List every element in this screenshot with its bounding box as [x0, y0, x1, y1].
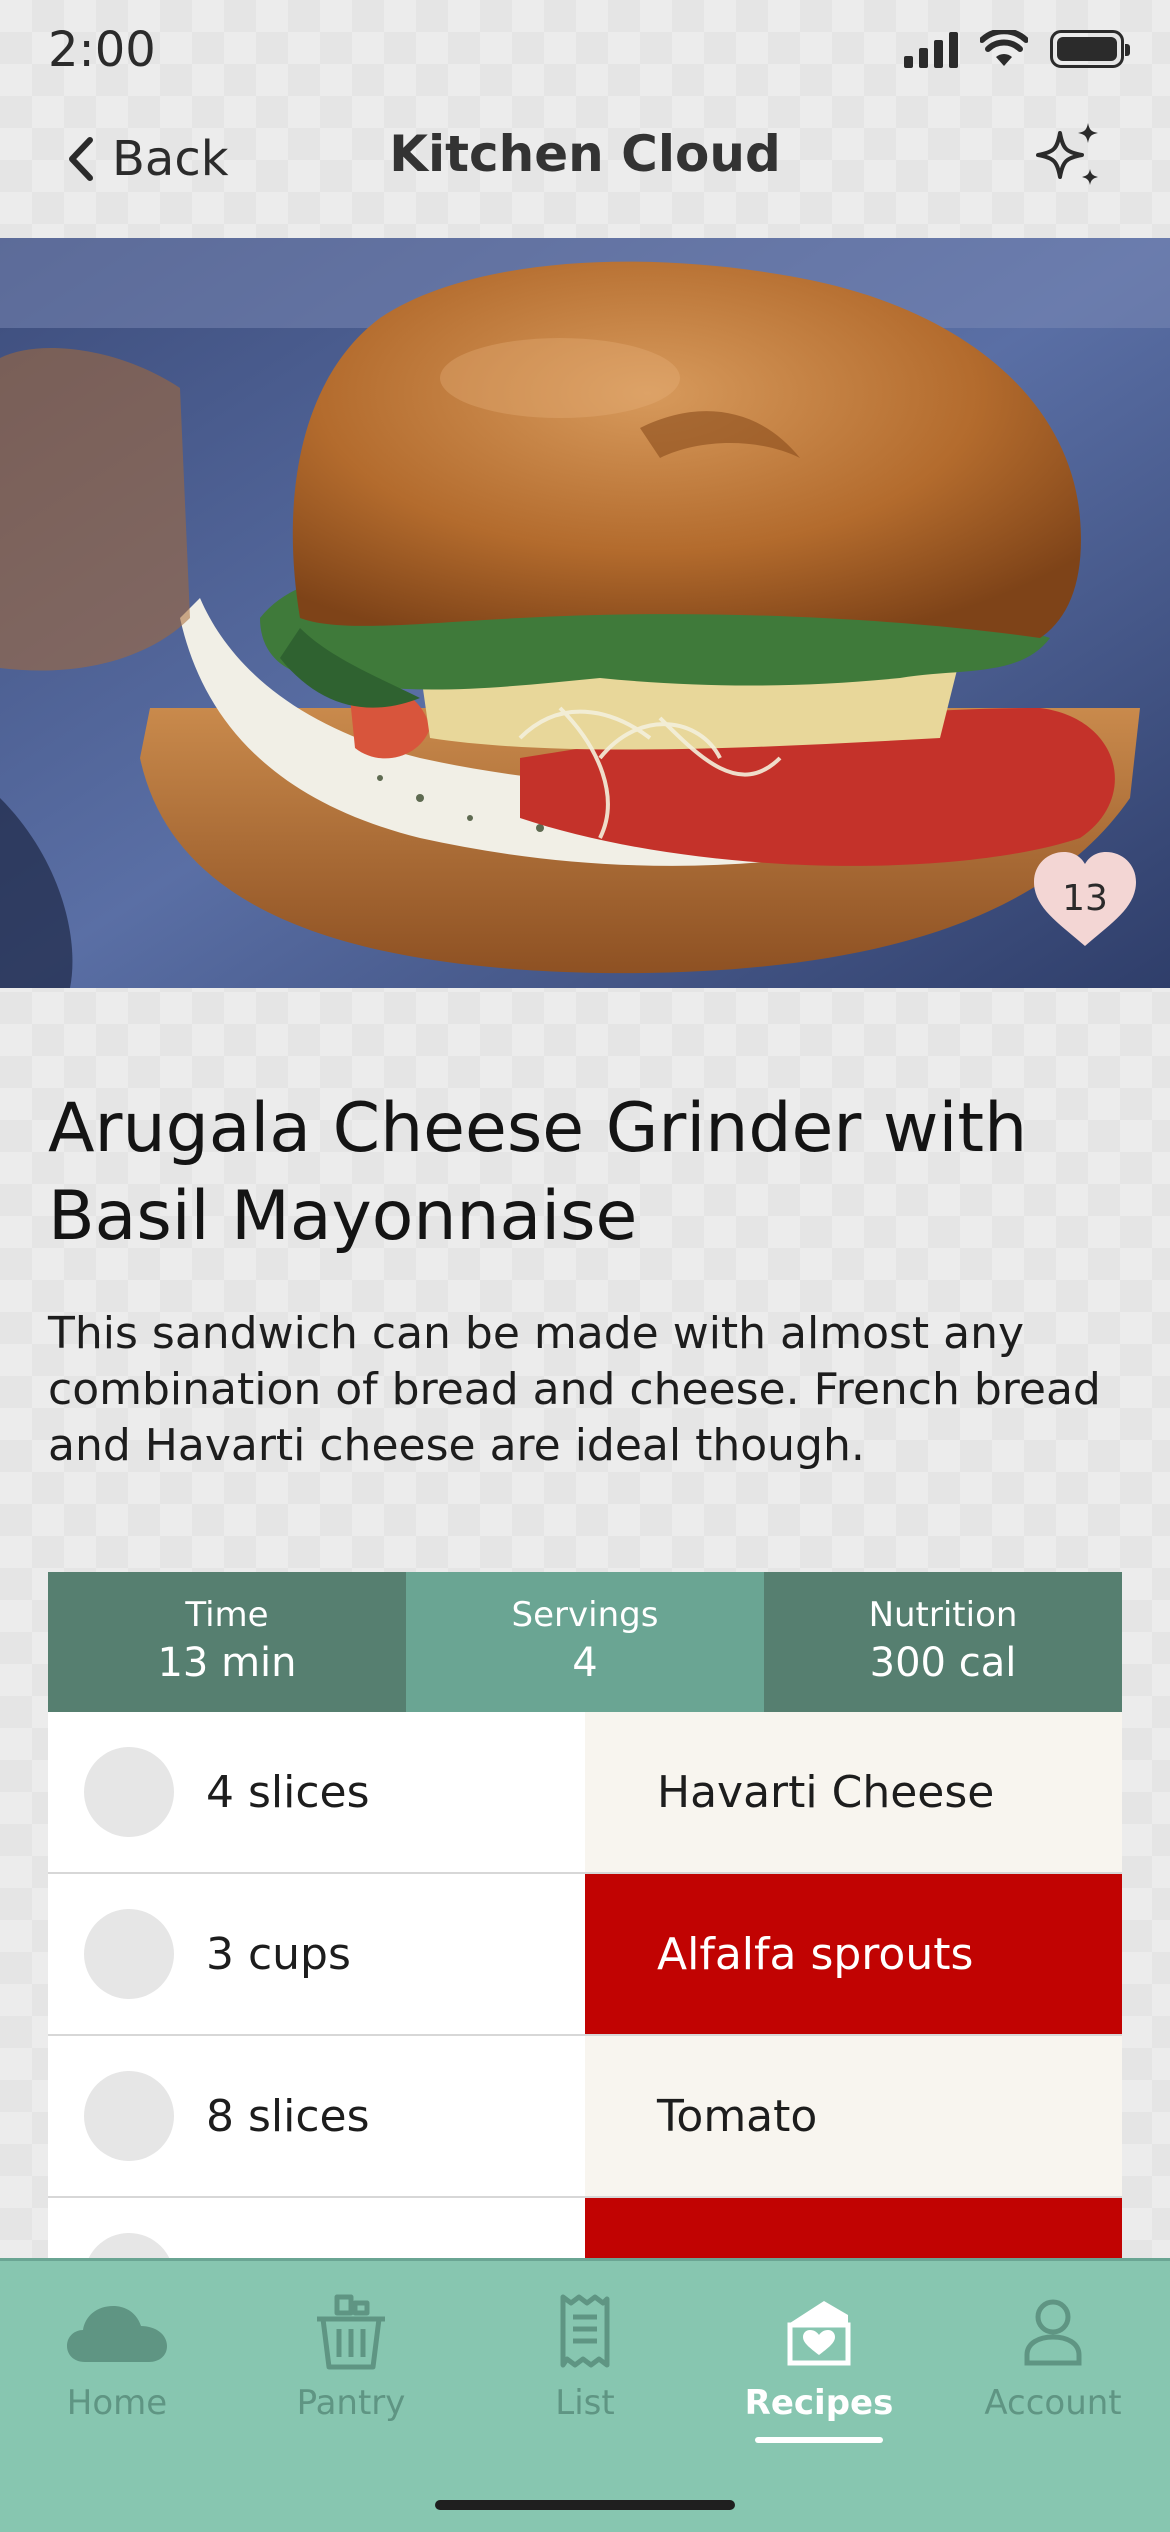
tab-label: List — [555, 2383, 615, 2423]
stat-value: 300 cal — [869, 1640, 1017, 1686]
basket-icon — [317, 2294, 385, 2370]
stat-servings: Servings 4 — [406, 1572, 764, 1712]
stat-label: Nutrition — [868, 1595, 1018, 1635]
ingredient-name: Alfalfa sprouts — [585, 1874, 1122, 2034]
ingredient-name — [585, 2198, 1122, 2258]
tab-list[interactable]: List — [468, 2293, 702, 2461]
wifi-icon — [980, 30, 1028, 66]
ingredient-name: Havarti Cheese — [585, 1712, 1122, 1872]
cellular-signal-icon — [904, 30, 958, 68]
recipe-title: Arugala Cheese Grinder with Basil Mayonn… — [48, 1089, 1028, 1256]
ingredient-checkbox[interactable] — [84, 2071, 174, 2161]
tab-label: Home — [66, 2383, 168, 2423]
tab-recipes[interactable]: Recipes — [702, 2293, 936, 2461]
recipe-box-icon — [787, 2301, 851, 2366]
status-icons — [904, 30, 1130, 68]
ingredient-quantity: 4 slices — [206, 1766, 370, 1818]
ingredient-checkbox[interactable] — [84, 1747, 174, 1837]
stat-value: 4 — [572, 1640, 598, 1686]
recipe-stats: Time 13 min Servings 4 Nutrition 300 cal — [48, 1572, 1122, 1712]
navigation-bar: Back Kitchen Cloud — [0, 105, 1170, 235]
ingredient-quantity-cell — [48, 2198, 585, 2258]
person-icon — [1024, 2299, 1082, 2366]
like-button[interactable]: 13 — [1030, 850, 1140, 950]
tab-pantry[interactable]: Pantry — [234, 2293, 468, 2461]
tab-account[interactable]: Account — [936, 2293, 1170, 2461]
tab-bar: Home Pantry List Recipes Account — [0, 2258, 1170, 2532]
receipt-icon — [560, 2294, 610, 2368]
ingredient-row: 4 slices Havarti Cheese — [48, 1712, 1122, 1874]
stat-label: Servings — [511, 1595, 659, 1635]
ingredient-row: 3 cups Alfalfa sprouts — [48, 1874, 1122, 2036]
home-indicator — [435, 2500, 735, 2510]
stat-nutrition: Nutrition 300 cal — [764, 1572, 1122, 1712]
ingredient-quantity: 8 slices — [206, 2090, 370, 2142]
stat-time: Time 13 min — [48, 1572, 406, 1712]
status-time: 2:00 — [48, 22, 156, 78]
ingredient-row — [48, 2198, 1122, 2258]
stat-label: Time — [185, 1595, 269, 1635]
tab-home[interactable]: Home — [0, 2293, 234, 2461]
ingredient-quantity-cell: 8 slices — [48, 2036, 585, 2196]
app-title: Kitchen Cloud — [389, 125, 781, 183]
tab-label: Account — [984, 2383, 1122, 2423]
cloud-icon — [67, 2306, 167, 2362]
ingredient-row: 8 slices Tomato — [48, 2036, 1122, 2198]
ingredient-quantity-cell: 4 slices — [48, 1712, 585, 1872]
status-bar: 2:00 — [0, 0, 1170, 105]
sparkle-icon[interactable] — [1030, 119, 1110, 199]
ingredient-checkbox[interactable] — [84, 2233, 174, 2258]
like-count: 13 — [1062, 878, 1108, 919]
ingredient-name: Tomato — [585, 2036, 1122, 2196]
recipe-description: This sandwich can be made with almost an… — [48, 1308, 1101, 1471]
ingredient-quantity-cell: 3 cups — [48, 1874, 585, 2034]
ingredient-checkbox[interactable] — [84, 1909, 174, 1999]
ingredient-quantity: 3 cups — [206, 1928, 351, 1980]
ingredient-list: 4 slices Havarti Cheese 3 cups Alfalfa s… — [48, 1712, 1122, 2258]
tab-label: Recipes — [744, 2383, 894, 2423]
stat-value: 13 min — [157, 1640, 297, 1686]
battery-icon — [1050, 30, 1130, 68]
tab-label: Pantry — [296, 2383, 406, 2423]
recipe-photo: 13 — [0, 238, 1170, 988]
active-tab-indicator — [755, 2437, 883, 2443]
